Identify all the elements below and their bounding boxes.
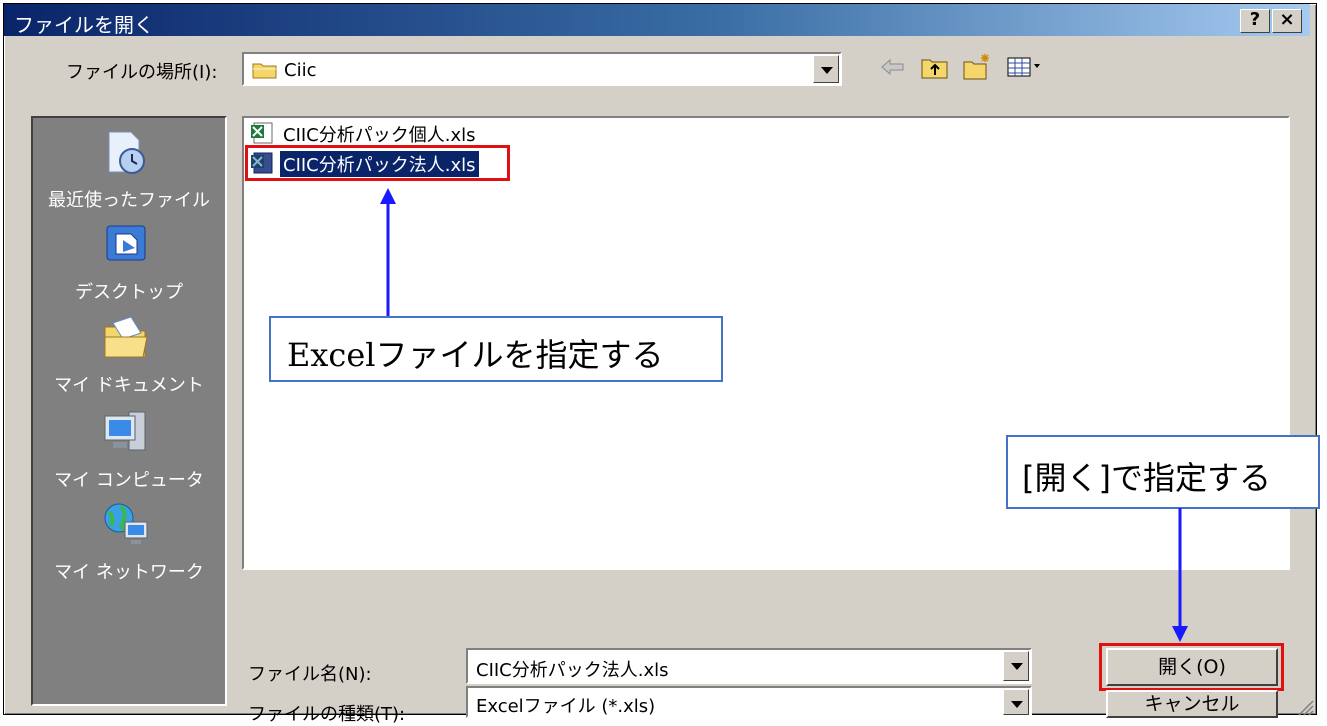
new-folder-icon[interactable]	[962, 52, 992, 82]
place-label-recent: 最近使ったファイル	[48, 190, 210, 211]
filename-dropdown-button[interactable]	[1003, 651, 1029, 681]
place-label-desktop: デスクトップ	[75, 282, 183, 303]
look-in-label: ファイルの場所(I):	[66, 62, 218, 83]
window-title: ファイルを開く	[14, 13, 154, 37]
excel-file-icon	[251, 122, 273, 144]
callout-arrow-open	[1172, 508, 1188, 642]
file-highlight-box	[245, 145, 510, 181]
callout-press-open: [開く]で指定する	[1006, 435, 1320, 509]
filetype-combo[interactable]: Excelファイル (*.xls)	[466, 686, 1032, 718]
file-name: CIIC分析パック個人.xls	[283, 125, 476, 146]
filename-combo[interactable]: CIIC分析パック法人.xls	[466, 648, 1032, 684]
look-in-dropdown-button[interactable]	[813, 55, 839, 83]
filename-value: CIIC分析パック法人.xls	[476, 660, 669, 681]
open-button[interactable]: 開く(O)	[1106, 648, 1278, 686]
close-button[interactable]: ×	[1272, 9, 1302, 33]
view-menu-icon[interactable]	[1006, 52, 1044, 82]
help-button[interactable]: ?	[1240, 9, 1270, 33]
places-bar: 最近使ったファイル デスクトップ マイ ドキュメント マイ コンピュータ マイ …	[31, 116, 227, 706]
callout-select-file: Excelファイルを指定する	[269, 316, 723, 382]
desktop-icon	[106, 225, 146, 261]
my-computer-icon	[104, 411, 146, 451]
look-in-value: Ciic	[284, 60, 317, 81]
folder-icon	[252, 63, 277, 79]
filetype-label: ファイルの種類(T):	[248, 704, 406, 725]
filetype-value: Excelファイル (*.xls)	[476, 696, 656, 717]
place-recent[interactable]: 最近使ったファイル	[33, 128, 225, 218]
up-folder-icon[interactable]	[920, 52, 950, 82]
place-label-my-network: マイ ネットワーク	[54, 562, 204, 583]
place-my-network[interactable]: マイ ネットワーク	[33, 500, 225, 590]
place-label-my-computer: マイ コンピュータ	[54, 470, 204, 491]
filetype-dropdown-button[interactable]	[1003, 689, 1029, 715]
recent-documents-icon	[108, 131, 145, 174]
cancel-button[interactable]: キャンセル	[1106, 690, 1278, 718]
callout-press-open-text: [開く]で指定する	[1022, 459, 1271, 497]
place-my-computer[interactable]: マイ コンピュータ	[33, 408, 225, 498]
resize-grip-icon[interactable]	[1296, 698, 1314, 716]
title-bar: ファイルを開く ? ×	[4, 4, 1310, 37]
callout-select-file-text: Excelファイルを指定する	[287, 336, 664, 374]
place-my-documents[interactable]: マイ ドキュメント	[33, 313, 225, 403]
filename-label: ファイル名(N):	[248, 664, 372, 685]
callout-arrow-file	[380, 188, 396, 316]
my-documents-icon	[104, 316, 148, 358]
place-desktop[interactable]: デスクトップ	[33, 220, 225, 310]
place-label-my-documents: マイ ドキュメント	[54, 375, 204, 396]
back-icon[interactable]	[878, 52, 908, 82]
my-network-icon	[104, 503, 148, 544]
look-in-combo[interactable]: Ciic	[242, 52, 842, 86]
